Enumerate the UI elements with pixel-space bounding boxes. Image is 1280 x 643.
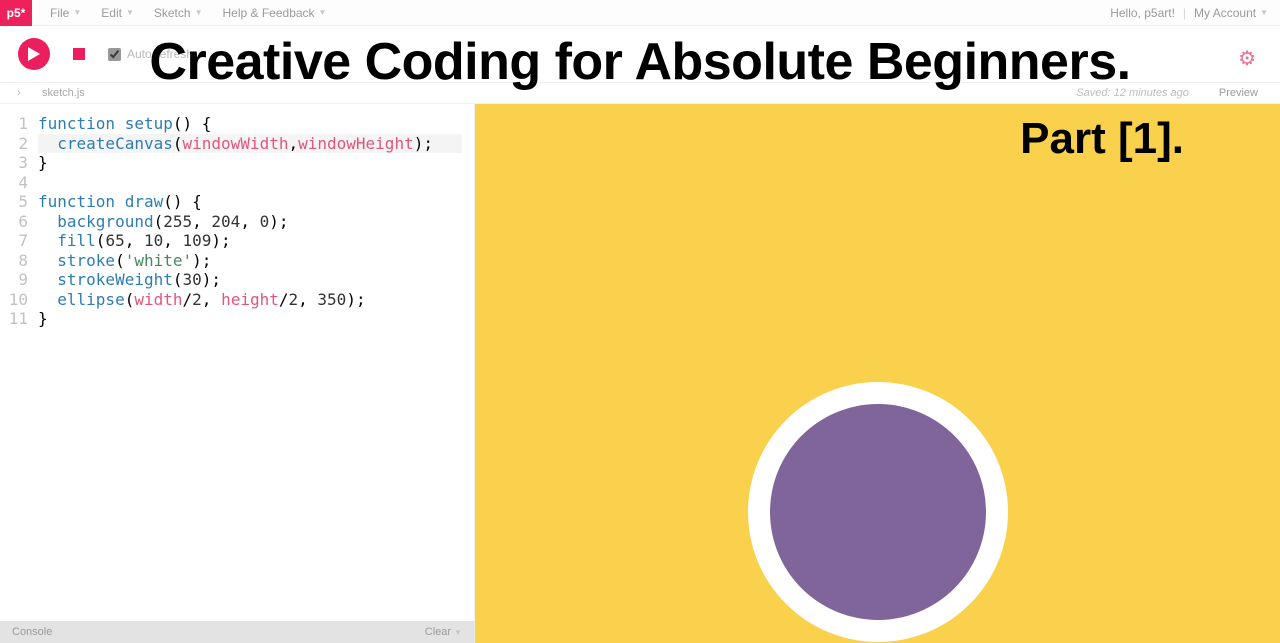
play-icon [28, 47, 40, 61]
menu-sketch[interactable]: Sketch ▼ [144, 6, 213, 20]
code-line[interactable]: strokeWeight(30); [38, 270, 462, 290]
overlay-title: Creative Coding for Absolute Beginners. [149, 32, 1130, 92]
caret-down-icon: ▼ [1260, 8, 1268, 17]
stop-icon [73, 48, 85, 60]
code-line[interactable] [38, 173, 462, 193]
menu-account-label: My Account [1194, 6, 1256, 20]
gear-icon: ⚙ [1238, 48, 1256, 70]
menu-edit[interactable]: Edit ▼ [91, 6, 144, 20]
ellipse-fill [770, 404, 986, 620]
menu-help[interactable]: Help & Feedback ▼ [212, 6, 336, 20]
autorefresh-checkbox[interactable] [108, 48, 121, 61]
stop-button[interactable] [70, 45, 88, 63]
menu-sketch-label: Sketch [154, 6, 191, 20]
p5-logo: p5* [0, 0, 32, 26]
overlay-subtitle: Part [1]. [1020, 114, 1184, 164]
menu-account[interactable]: My Account ▼ [1194, 6, 1268, 20]
editor-pane: 1234567891011 function setup() { createC… [0, 104, 475, 643]
console-label: Console [12, 626, 52, 638]
preview-tab-label: Preview [1207, 87, 1270, 99]
preview-canvas [475, 104, 1280, 643]
console-clear-label: Clear [425, 626, 451, 638]
line-gutter: 1234567891011 [0, 114, 38, 621]
caret-down-icon: ▼ [73, 8, 81, 17]
menu-file[interactable]: File ▼ [40, 6, 91, 20]
workspace: 1234567891011 function setup() { createC… [0, 104, 1280, 643]
console-bar: Console Clear ▼ [0, 621, 474, 643]
code-line[interactable]: ellipse(width/2, height/2, 350); [38, 290, 462, 310]
menu-edit-label: Edit [101, 6, 122, 20]
code-line[interactable]: function setup() { [38, 114, 462, 134]
code-line[interactable]: } [38, 153, 462, 173]
settings-button[interactable]: ⚙ [1238, 46, 1256, 71]
code-line[interactable]: function draw() { [38, 192, 462, 212]
caret-down-icon: ▼ [319, 8, 327, 17]
code-line[interactable]: fill(65, 10, 109); [38, 231, 462, 251]
console-clear-button[interactable]: Clear ▼ [425, 626, 462, 638]
sidebar-toggle[interactable]: › [10, 87, 28, 99]
code-line[interactable]: createCanvas(windowWidth,windowHeight); [38, 134, 462, 154]
greeting-text: Hello, p5art! [1110, 6, 1175, 20]
code-line[interactable]: } [38, 309, 462, 329]
menu-file-label: File [50, 6, 69, 20]
menu-help-label: Help & Feedback [222, 6, 314, 20]
code-editor[interactable]: 1234567891011 function setup() { createC… [0, 104, 474, 621]
caret-down-icon: ▼ [126, 8, 134, 17]
code-line[interactable]: stroke('white'); [38, 251, 462, 271]
caret-down-icon: ▼ [195, 8, 203, 17]
code-lines[interactable]: function setup() { createCanvas(windowWi… [38, 114, 474, 621]
ellipse-stroke [748, 382, 1008, 642]
file-tab-sketch[interactable]: sketch.js [28, 87, 99, 99]
top-menubar: p5* File ▼ Edit ▼ Sketch ▼ Help & Feedback ▼… [0, 0, 1280, 26]
menu-separator: | [1183, 6, 1186, 20]
caret-down-icon: ▼ [454, 628, 462, 637]
play-button[interactable] [18, 38, 50, 70]
code-line[interactable]: background(255, 204, 0); [38, 212, 462, 232]
